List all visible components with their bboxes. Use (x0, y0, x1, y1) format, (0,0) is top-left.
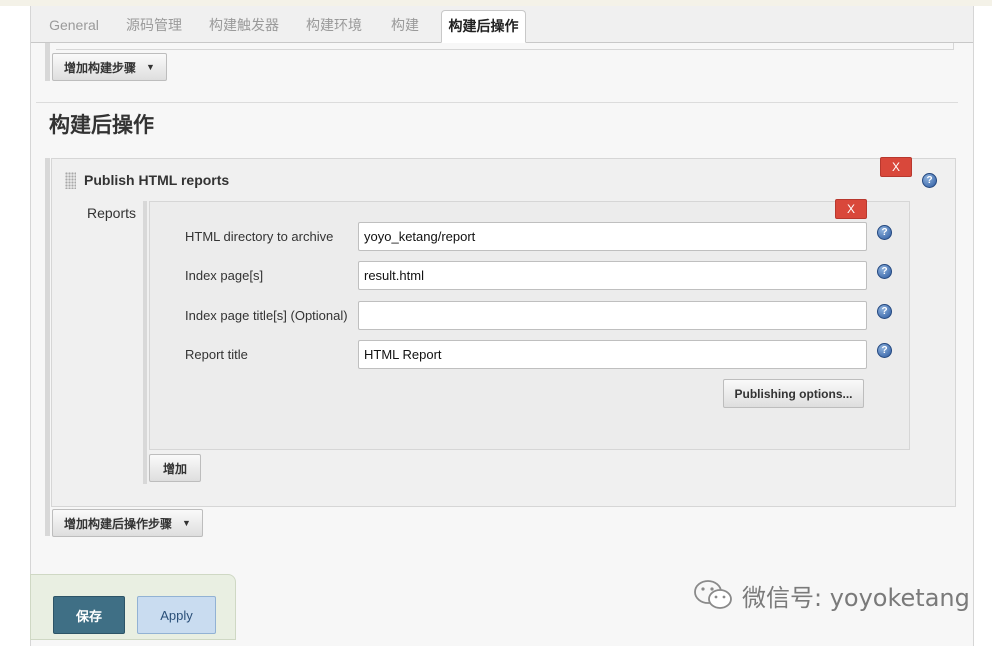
add-build-step-label: 增加构建步骤 (64, 60, 137, 75)
publisher-title: Publish HTML reports (84, 172, 230, 188)
apply-button[interactable]: Apply (137, 596, 216, 634)
tab-build-triggers[interactable]: 构建触发器 (202, 10, 286, 43)
index-pages-help-icon[interactable]: ? (877, 264, 892, 279)
report-title-label: Report title (185, 347, 248, 362)
save-button[interactable]: 保存 (53, 596, 125, 634)
html-directory-label: HTML directory to archive (185, 229, 334, 244)
html-directory-help-icon[interactable]: ? (877, 225, 892, 240)
add-build-step-button[interactable]: 增加构建步骤 ▼ (52, 53, 167, 81)
publishing-options-button[interactable]: Publishing options... (723, 379, 864, 408)
tab-general[interactable]: General (43, 10, 105, 43)
index-page-titles-help-icon[interactable]: ? (877, 304, 892, 319)
report-title-input[interactable] (358, 340, 867, 369)
watermark-text: 微信号: yoyoketang (742, 584, 970, 612)
left-gutter (0, 6, 30, 640)
post-build-section-bar (45, 158, 50, 536)
caret-down-icon: ▼ (146, 62, 155, 72)
html-directory-input[interactable] (358, 222, 867, 251)
tab-scm[interactable]: 源码管理 (118, 10, 190, 43)
tab-build-environment[interactable]: 构建环境 (298, 10, 370, 43)
tab-build[interactable]: 构建 (382, 10, 428, 43)
reports-label: Reports (87, 205, 137, 221)
delete-publisher-button[interactable]: X (880, 157, 912, 177)
previous-step-border (56, 43, 954, 50)
post-build-section-title: 构建后操作 (49, 114, 154, 137)
delete-report-button[interactable]: X (835, 199, 867, 219)
drag-handle-icon[interactable] (65, 172, 76, 189)
tab-post-build-actions[interactable]: 构建后操作 (441, 10, 526, 43)
report-title-help-icon[interactable]: ? (877, 343, 892, 358)
index-pages-label: Index page[s] (185, 268, 264, 283)
index-page-titles-input[interactable] (358, 301, 867, 330)
add-post-build-step-button[interactable]: 增加构建后操作步骤 ▼ (52, 509, 203, 537)
caret-down-icon: ▼ (182, 518, 191, 528)
build-section-bar (45, 43, 50, 81)
add-report-button[interactable]: 增加 (149, 454, 201, 482)
reports-bar (143, 201, 147, 484)
index-page-titles-label: Index page title[s] (Optional) (185, 308, 348, 323)
index-pages-input[interactable] (358, 261, 867, 290)
add-post-build-step-label: 增加构建后操作步骤 (64, 516, 173, 531)
section-divider (36, 102, 958, 103)
wechat-icon (694, 580, 732, 609)
publisher-help-icon[interactable]: ? (922, 173, 937, 188)
